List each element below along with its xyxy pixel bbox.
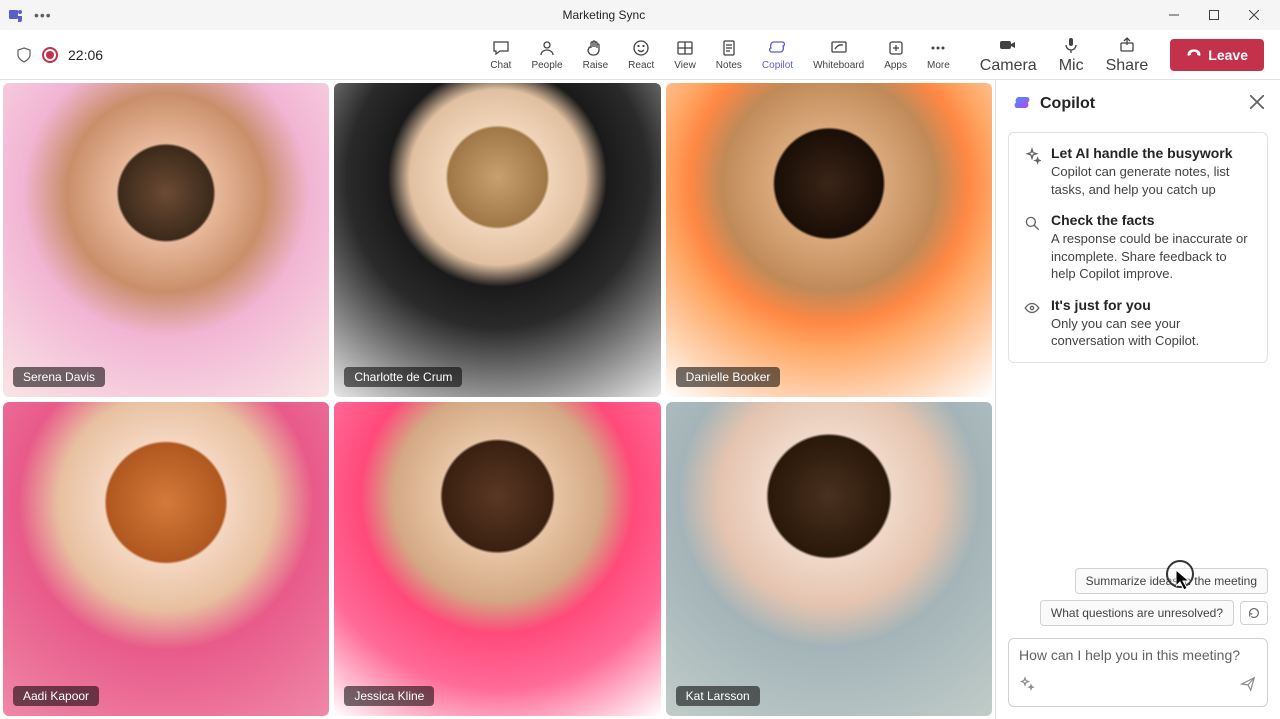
copilot-label: Copilot (762, 60, 793, 71)
video-tile[interactable]: Jessica Kline (334, 402, 660, 716)
apps-button[interactable]: Apps (874, 36, 917, 73)
participant-name: Charlotte de Crum (344, 367, 462, 387)
notes-button[interactable]: Notes (706, 36, 752, 73)
participant-name: Aadi Kapoor (13, 686, 99, 706)
info-desc: A response could be inaccurate or incomp… (1051, 230, 1253, 283)
prompt-sparkle-button[interactable] (1019, 676, 1035, 697)
info-desc: Only you can see your conversation with … (1051, 315, 1253, 350)
participant-name: Serena Davis (13, 367, 105, 387)
react-label: React (628, 60, 654, 71)
window-title: Marketing Sync (52, 8, 1156, 22)
video-grid: Serena Davis Charlotte de Crum Danielle … (0, 80, 995, 719)
refresh-suggestions-button[interactable] (1240, 601, 1268, 625)
notes-label: Notes (716, 60, 742, 71)
teams-app-icon (8, 7, 24, 23)
close-sidebar-button[interactable] (1250, 95, 1264, 114)
privacy-shield-icon[interactable] (16, 47, 32, 63)
copilot-info-card: Let AI handle the busywork Copilot can g… (1008, 132, 1268, 363)
raise-label: Raise (583, 60, 609, 71)
input-placeholder: How can I help you in this meeting? (1019, 647, 1257, 663)
raise-hand-button[interactable]: Raise (573, 36, 619, 73)
more-button[interactable]: More (917, 36, 960, 73)
copilot-logo-icon (1012, 94, 1032, 114)
more-menu-icon[interactable]: ••• (34, 7, 52, 23)
whiteboard-button[interactable]: Whiteboard (803, 36, 874, 73)
copilot-button[interactable]: Copilot (752, 36, 803, 73)
suggestion-chip[interactable]: What questions are unresolved? (1040, 600, 1234, 626)
mic-label: Mic (1059, 57, 1084, 75)
copilot-input[interactable]: How can I help you in this meeting? (1008, 638, 1268, 707)
react-button[interactable]: React (618, 36, 664, 73)
people-label: People (531, 60, 562, 71)
window-minimize-button[interactable] (1156, 1, 1192, 29)
camera-label: Camera (980, 57, 1037, 75)
leave-icon (1186, 47, 1202, 63)
people-button[interactable]: People (521, 36, 572, 73)
copilot-title: Copilot (1040, 95, 1242, 113)
mic-button[interactable]: Mic (1049, 33, 1094, 77)
title-bar: ••• Marketing Sync (0, 0, 1280, 30)
video-tile[interactable]: Charlotte de Crum (334, 83, 660, 397)
apps-label: Apps (884, 60, 907, 71)
leave-label: Leave (1208, 47, 1248, 63)
window-maximize-button[interactable] (1196, 1, 1232, 29)
suggestion-chip[interactable]: Summarize ideas in the meeting (1075, 568, 1268, 594)
meeting-toolbar: 22:06 Chat People Raise React View Notes… (0, 30, 1280, 80)
meeting-timer: 22:06 (68, 47, 103, 63)
share-label: Share (1106, 57, 1149, 75)
camera-button[interactable]: Camera (970, 33, 1047, 77)
video-tile[interactable]: Kat Larsson (666, 402, 992, 716)
video-tile[interactable]: Danielle Booker (666, 83, 992, 397)
participant-name: Danielle Booker (676, 367, 781, 387)
recording-indicator-icon (42, 47, 58, 63)
chat-button[interactable]: Chat (480, 36, 521, 73)
participant-name: Jessica Kline (344, 686, 434, 706)
video-tile[interactable]: Serena Davis (3, 83, 329, 397)
share-button[interactable]: Share (1096, 33, 1159, 77)
participant-name: Kat Larsson (676, 686, 760, 706)
leave-button[interactable]: Leave (1170, 39, 1264, 71)
view-button[interactable]: View (664, 36, 706, 73)
chat-label: Chat (490, 60, 511, 71)
whiteboard-label: Whiteboard (813, 60, 864, 71)
sparkle-icon (1023, 145, 1041, 198)
send-button[interactable] (1239, 675, 1257, 698)
info-title: It's just for you (1051, 297, 1253, 313)
video-tile[interactable]: Aadi Kapoor (3, 402, 329, 716)
more-label: More (927, 60, 950, 71)
window-close-button[interactable] (1236, 1, 1272, 29)
info-title: Let AI handle the busywork (1051, 145, 1253, 161)
info-desc: Copilot can generate notes, list tasks, … (1051, 163, 1253, 198)
copilot-sidebar: Copilot Let AI handle the busywork Copil… (995, 80, 1280, 719)
magnifier-icon (1023, 212, 1041, 283)
eye-icon (1023, 297, 1041, 350)
view-label: View (674, 60, 696, 71)
info-title: Check the facts (1051, 212, 1253, 228)
